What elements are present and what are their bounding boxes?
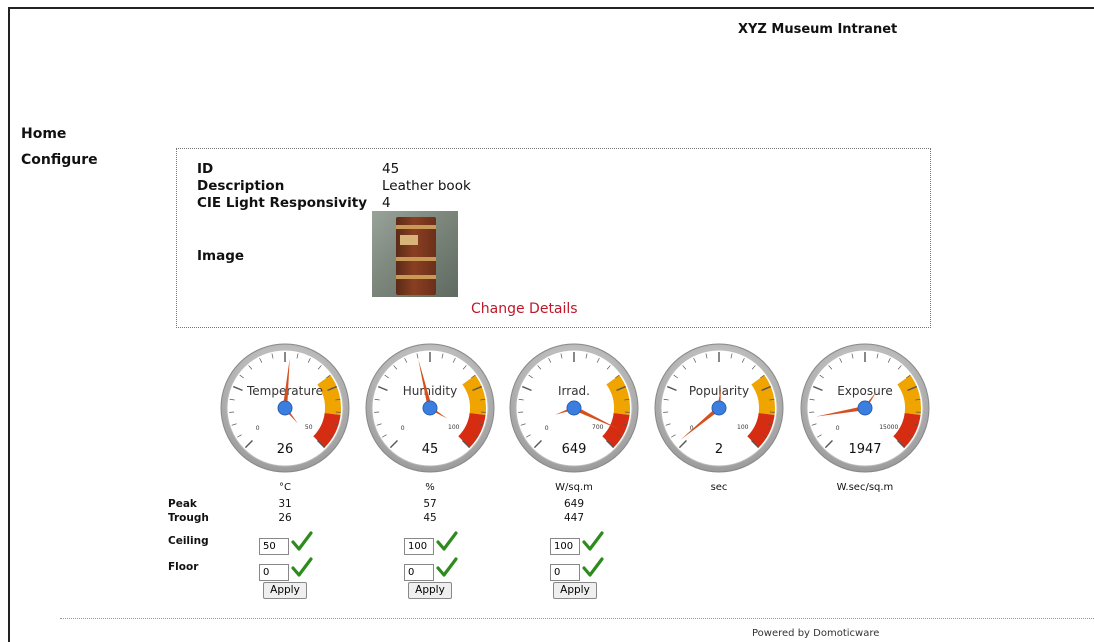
gauge-min-label: 0 [256,425,260,432]
gauge-min-label: 0 [545,425,549,432]
temperature-unit: °C [279,482,291,493]
irradiance-ceiling-input[interactable] [550,538,580,555]
temperature-peak: 31 [278,498,292,510]
gauge-value: 45 [422,442,439,457]
check-icon[interactable] [291,556,313,578]
id-value: 45 [382,161,400,177]
irradiance-trough: 447 [563,512,585,524]
book-label [400,235,418,245]
gauge-max-label: 100 [448,424,460,431]
gauge-hub [422,400,438,416]
exposure-gauge: 0 15000 Exposure 1947 [800,343,930,473]
footer-divider [60,618,1094,619]
gauge-min-label: 0 [836,425,840,432]
humidity-unit: % [425,482,435,493]
check-icon[interactable] [582,556,604,578]
humidity-ceiling-input[interactable] [404,538,434,555]
gauge-value: 26 [277,442,294,457]
gauge-title: Exposure [837,384,893,398]
check-icon[interactable] [436,556,458,578]
powered-by: Powered by Domoticware [752,628,880,639]
check-icon[interactable] [582,530,604,552]
humidity-floor-input[interactable] [404,564,434,581]
gauge-max-label: 15000 [879,424,898,431]
trough-label: Trough [168,512,209,524]
irradiance-floor-input[interactable] [550,564,580,581]
humidity-apply-button[interactable]: Apply [408,582,452,599]
humidity-gauge: 0 100 Humidity 45 [365,343,495,473]
gauge-hub [566,400,582,416]
gauge-hub [857,400,873,416]
humidity-peak: 57 [423,498,437,510]
gauge-hub [277,400,293,416]
temperature-apply-button[interactable]: Apply [263,582,307,599]
gauge-dial: 0 50Temperature26 [220,343,350,473]
book-band [396,225,436,229]
gauge-max-label: 100 [737,424,749,431]
cie-value: 4 [382,195,391,211]
gauge-max-label: 700 [592,424,604,431]
image-label: Image [197,248,245,264]
temperature-ceiling-input[interactable] [259,538,289,555]
change-details-link[interactable]: Change Details [471,301,578,317]
humidity-trough: 45 [423,512,437,524]
gauge-dial: 0 700 Irrad. 649 [509,343,639,473]
item-image [372,211,458,297]
gauge-value: 1947 [848,442,881,457]
irradiance-gauge: 0 700 Irrad. 649 [509,343,639,473]
temperature-gauge: 0 50 Temperature 26 [220,343,350,473]
irradiance-apply-button[interactable]: Apply [553,582,597,599]
id-label: ID [197,161,214,177]
floor-label: Floor [168,561,199,573]
popularity-unit: sec [710,482,728,493]
gauge-value: 649 [562,442,587,457]
peak-label: Peak [168,498,197,510]
gauge-title: Humidity [403,384,457,398]
gauge-max-label: 50 [305,424,313,431]
gauge-title: Popularity [689,384,749,398]
ceiling-label: Ceiling [168,535,209,547]
temperature-trough: 26 [278,512,292,524]
book-band [396,257,436,261]
check-icon[interactable] [436,530,458,552]
check-icon[interactable] [291,530,313,552]
gauge-dial: 0 15000 Exposure 1947 [800,343,930,473]
exposure-unit: W.sec/sq.m [836,482,894,493]
cie-label: CIE Light Responsivity [197,195,367,211]
temperature-floor-input[interactable] [259,564,289,581]
description-label: Description [197,178,285,194]
irradiance-peak: 649 [563,498,585,510]
nav-configure-link[interactable]: Configure [21,151,98,177]
popularity-gauge: 0 100 Popularity 2 [654,343,784,473]
gauge-hub [711,400,727,416]
gauge-dial: 0 100Popularity2 [654,343,784,473]
nav-home-link[interactable]: Home [21,125,98,151]
item-details-panel: ID 45 Description Leather book CIE Light… [176,148,931,328]
gauge-title: Irrad. [558,384,590,398]
gauge-min-label: 0 [401,425,405,432]
main-nav: Home Configure [21,125,98,177]
gauge-dial: 0 100 Humidity 45 [365,343,495,473]
gauge-value: 2 [715,442,723,457]
site-title: XYZ Museum Intranet [738,22,898,37]
irradiance-unit: W/sq.m [555,482,593,493]
book-band [396,275,436,279]
description-value: Leather book [382,178,471,194]
